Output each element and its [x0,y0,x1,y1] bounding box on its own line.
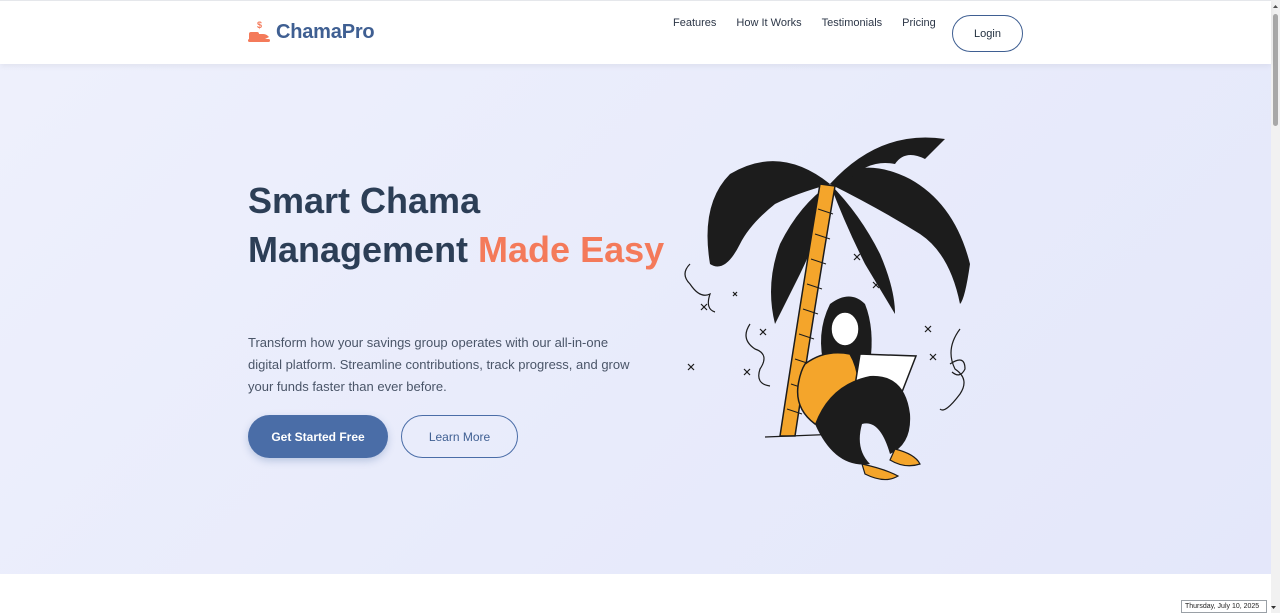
scroll-up-icon[interactable] [1272,3,1279,10]
nav-link-testimonials[interactable]: Testimonials [822,17,883,29]
top-navbar: $ ChamaPro Features How It Works Testimo… [0,0,1271,64]
system-date-display: Thursday, July 10, 2025 [1181,600,1267,613]
nav-link-pricing[interactable]: Pricing [902,17,936,29]
nav-link-how-it-works[interactable]: How It Works [736,17,801,29]
scrollbar-thumb[interactable] [1273,14,1278,126]
chevron-down-icon[interactable] [1269,603,1278,611]
hand-coin-icon: $ [248,20,270,42]
hero-title: Smart Chama Management Made Easy [248,176,668,274]
nav-link-features[interactable]: Features [673,17,716,29]
main-nav: Features How It Works Testimonials Prici… [673,17,936,29]
page-scrollbar[interactable] [1271,0,1280,613]
woman-laptop-palm-tree-illustration [684,137,970,481]
get-started-button[interactable]: Get Started Free [248,415,388,458]
learn-more-button[interactable]: Learn More [401,415,518,458]
hero-title-line1: Smart Chama [248,180,481,221]
hero-title-line2: Management [248,229,479,270]
hero-title-accent: Made Easy [478,229,665,270]
hero-subtitle: Transform how your savings group operate… [248,335,630,394]
login-button[interactable]: Login [952,15,1023,52]
brand-logo[interactable]: $ ChamaPro [248,20,375,44]
brand-name: ChamaPro [276,20,375,43]
hero-section: Smart Chama Management Made Easy Transfo… [0,64,1271,574]
svg-text:$: $ [257,20,262,30]
